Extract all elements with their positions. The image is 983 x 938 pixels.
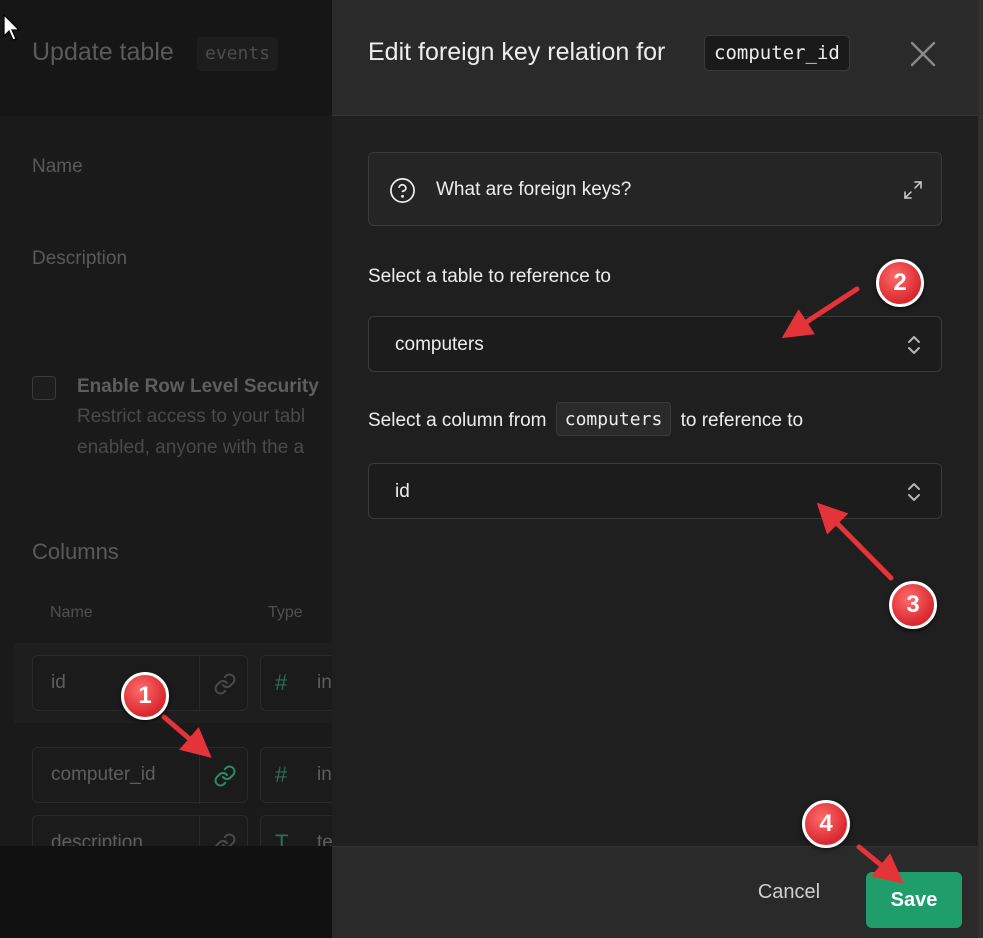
column-select-label-prefix: Select a column from: [368, 410, 547, 432]
description-label: Description: [32, 248, 128, 269]
link-icon[interactable]: [213, 672, 237, 696]
save-button[interactable]: Save: [866, 872, 962, 928]
annotation-badge-1: 1: [121, 672, 169, 720]
scrollbar-track: [978, 0, 983, 938]
column-select-label-table-code: computers: [555, 402, 672, 436]
dialog-footer: Cancel Save: [332, 846, 978, 938]
table-select-label: Select a table to reference to: [368, 266, 611, 287]
cancel-button[interactable]: Cancel: [741, 871, 837, 913]
foreign-key-link-icon[interactable]: [213, 764, 237, 788]
background-table-name: events: [197, 37, 279, 71]
dialog-column-code: computer_id: [704, 35, 850, 71]
close-icon[interactable]: [909, 40, 937, 68]
chevron-up-down-icon: [908, 483, 920, 501]
rls-description-line-2: enabled, anyone with the a: [77, 437, 305, 458]
column-select-label-suffix: to reference to: [680, 410, 804, 432]
column-header-type: Type: [268, 604, 303, 621]
column-name-text: computer_id: [51, 764, 156, 785]
background-table-editor: Update table events Name Description Ena…: [0, 0, 332, 938]
question-circle-icon: [390, 178, 415, 203]
column-select-value: id: [395, 481, 410, 502]
column-select-label: Select a column from computers to refere…: [368, 402, 804, 438]
info-title: What are foreign keys?: [436, 179, 632, 200]
rls-title: Enable Row Level Security: [77, 376, 319, 397]
foreign-keys-info-accordion[interactable]: What are foreign keys?: [368, 152, 942, 226]
rls-checkbox[interactable]: [32, 376, 56, 400]
column-header-name: Name: [50, 604, 93, 621]
rls-description-line-1: Restrict access to your tabl: [77, 406, 306, 427]
table-select[interactable]: computers: [368, 316, 942, 372]
columns-title: Columns: [32, 539, 119, 564]
column-type-field[interactable]: # in: [260, 747, 332, 803]
column-name-text: id: [51, 672, 66, 693]
expand-icon[interactable]: [903, 180, 923, 200]
table-select-value: computers: [395, 334, 484, 355]
column-name-field-computer-id[interactable]: computer_id: [32, 747, 248, 804]
number-type-icon: #: [275, 762, 288, 787]
annotation-badge-2: 2: [876, 259, 924, 307]
mouse-cursor-icon: [3, 14, 21, 41]
background-footer: [0, 846, 332, 938]
column-select[interactable]: id: [368, 463, 942, 519]
column-type-text: in: [317, 672, 332, 693]
background-title: Update table: [32, 38, 174, 66]
number-type-icon: #: [275, 670, 288, 695]
field-divider: [199, 656, 200, 712]
name-label: Name: [32, 156, 83, 177]
foreign-key-dialog: Edit foreign key relation for computer_i…: [332, 0, 983, 938]
annotation-badge-3: 3: [889, 581, 937, 629]
annotation-badge-4: 4: [802, 800, 850, 848]
column-type-field[interactable]: # in: [260, 655, 332, 711]
field-divider: [199, 748, 200, 804]
column-type-text: in: [317, 764, 332, 785]
dialog-header: Edit foreign key relation for computer_i…: [332, 0, 978, 116]
dialog-title: Edit foreign key relation for: [368, 38, 666, 66]
chevron-up-down-icon: [908, 336, 920, 354]
